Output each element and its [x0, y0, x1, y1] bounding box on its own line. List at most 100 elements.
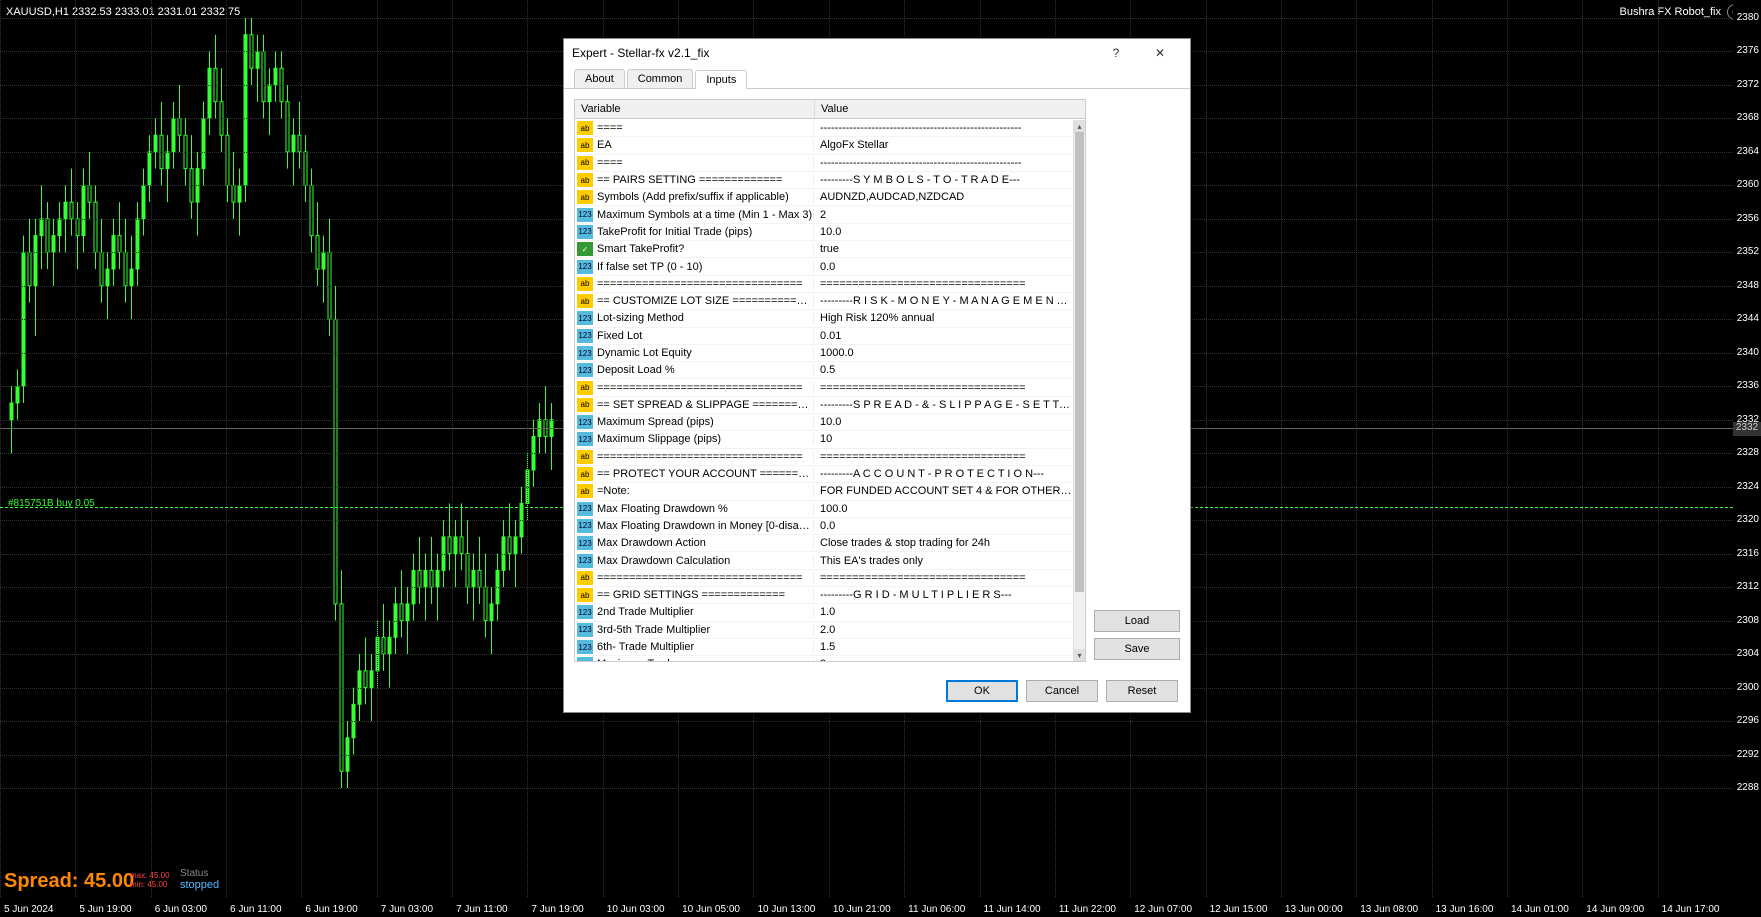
- param-row[interactable]: ab== CUSTOMIZE LOT SIZE =============---…: [575, 293, 1073, 310]
- param-row[interactable]: ab====----------------------------------…: [575, 155, 1073, 172]
- price-tick: 2376: [1733, 45, 1759, 56]
- param-row[interactable]: ab=Note:FOR FUNDED ACCOUNT SET 4 & FOR O…: [575, 483, 1073, 500]
- scroll-thumb[interactable]: [1075, 132, 1084, 592]
- param-value[interactable]: FOR FUNDED ACCOUNT SET 4 & FOR OTHERS SE…: [813, 485, 1073, 497]
- param-row[interactable]: 1236th- Trade Multiplier1.5: [575, 639, 1073, 656]
- param-value[interactable]: 10: [813, 433, 1073, 445]
- price-tick: 2332: [1733, 414, 1759, 425]
- param-value[interactable]: 1000.0: [813, 347, 1073, 359]
- string-param-icon: ab: [577, 467, 593, 481]
- param-value[interactable]: ---------A C C O U N T - P R O T E C T I…: [813, 468, 1073, 480]
- inputs-grid[interactable]: Variable Value ab====-------------------…: [574, 99, 1086, 662]
- time-tick: 13 Jun 16:00: [1436, 904, 1494, 915]
- param-row[interactable]: 123TakeProfit for Initial Trade (pips)10…: [575, 224, 1073, 241]
- param-row[interactable]: ab== PAIRS SETTING =============--------…: [575, 172, 1073, 189]
- param-row[interactable]: ab======================================…: [575, 570, 1073, 587]
- param-value[interactable]: 10.0: [813, 226, 1073, 238]
- param-value[interactable]: ================================: [813, 451, 1073, 463]
- cancel-button[interactable]: Cancel: [1026, 680, 1098, 702]
- param-row[interactable]: ab====----------------------------------…: [575, 120, 1073, 137]
- param-row[interactable]: 123Maximum Trades9: [575, 656, 1073, 661]
- param-row[interactable]: 123Dynamic Lot Equity1000.0: [575, 345, 1073, 362]
- param-row[interactable]: 123Fixed Lot0.01: [575, 328, 1073, 345]
- param-value[interactable]: 9: [813, 658, 1073, 661]
- grid-scrollbar[interactable]: ▴ ▾: [1073, 120, 1085, 661]
- time-tick: 11 Jun 22:00: [1059, 904, 1116, 915]
- expert-properties-dialog: Expert - Stellar-fx v2.1_fix ? ✕ About C…: [563, 38, 1191, 713]
- param-value[interactable]: 1.5: [813, 641, 1073, 653]
- param-row[interactable]: abEAAlgoFx Stellar: [575, 137, 1073, 154]
- param-row[interactable]: 1232nd Trade Multiplier1.0: [575, 604, 1073, 621]
- param-value[interactable]: 2: [813, 209, 1073, 221]
- param-row[interactable]: 123Max Floating Drawdown in Money [0-dis…: [575, 518, 1073, 535]
- param-row[interactable]: 123Lot-sizing MethodHigh Risk 120% annua…: [575, 310, 1073, 327]
- header-variable[interactable]: Variable: [575, 100, 815, 118]
- param-row[interactable]: 123Maximum Slippage (pips)10: [575, 431, 1073, 448]
- param-row[interactable]: ab== SET SPREAD & SLIPPAGE =============…: [575, 397, 1073, 414]
- time-tick: 7 Jun 19:00: [531, 904, 583, 915]
- price-tick: 2324: [1733, 481, 1759, 492]
- save-button[interactable]: Save: [1094, 638, 1180, 660]
- param-value[interactable]: true: [813, 243, 1073, 255]
- param-value[interactable]: High Risk 120% annual: [813, 312, 1073, 324]
- param-value[interactable]: ---------G R I D - M U L T I P L I E R S…: [813, 589, 1073, 601]
- param-row[interactable]: 123Max Drawdown CalculationThis EA's tra…: [575, 552, 1073, 569]
- tab-inputs[interactable]: Inputs: [695, 70, 747, 89]
- tab-common[interactable]: Common: [627, 69, 694, 88]
- param-row[interactable]: ab======================================…: [575, 276, 1073, 293]
- param-row[interactable]: 123If false set TP (0 - 10)0.0: [575, 258, 1073, 275]
- param-variable: Maximum Slippage (pips): [593, 433, 813, 445]
- param-row[interactable]: 123Max Floating Drawdown %100.0: [575, 501, 1073, 518]
- reset-button[interactable]: Reset: [1106, 680, 1178, 702]
- param-value[interactable]: 0.5: [813, 364, 1073, 376]
- tab-about[interactable]: About: [574, 69, 625, 88]
- param-row[interactable]: ab======================================…: [575, 449, 1073, 466]
- param-value[interactable]: AUDNZD,AUDCAD,NZDCAD: [813, 191, 1073, 203]
- param-variable: Deposit Load %: [593, 364, 813, 376]
- number-param-icon: 123: [577, 502, 593, 516]
- time-tick: 12 Jun 15:00: [1210, 904, 1268, 915]
- param-value[interactable]: 0.0: [813, 520, 1073, 532]
- load-button[interactable]: Load: [1094, 610, 1180, 632]
- param-row[interactable]: abSymbols (Add prefix/suffix if applicab…: [575, 189, 1073, 206]
- time-tick: 10 Jun 05:00: [682, 904, 740, 915]
- param-row[interactable]: 123Deposit Load %0.5: [575, 362, 1073, 379]
- param-row[interactable]: 1233rd-5th Trade Multiplier2.0: [575, 622, 1073, 639]
- price-tick: 2356: [1733, 213, 1759, 224]
- param-value[interactable]: 0.0: [813, 261, 1073, 273]
- param-value[interactable]: ----------------------------------------…: [813, 122, 1073, 134]
- param-value[interactable]: 100.0: [813, 503, 1073, 515]
- param-value[interactable]: ---------S Y M B O L S - T O - T R A D E…: [813, 174, 1073, 186]
- param-row[interactable]: 123Maximum Spread (pips)10.0: [575, 414, 1073, 431]
- scroll-up-icon[interactable]: ▴: [1074, 120, 1085, 132]
- time-tick: 11 Jun 06:00: [908, 904, 965, 915]
- param-row[interactable]: ab== GRID SETTINGS =============--------…: [575, 587, 1073, 604]
- param-value[interactable]: 2.0: [813, 624, 1073, 636]
- param-value[interactable]: Close trades & stop trading for 24h: [813, 537, 1073, 549]
- param-value[interactable]: 1.0: [813, 606, 1073, 618]
- param-value[interactable]: This EA's trades only: [813, 555, 1073, 567]
- param-variable: ================================: [593, 451, 813, 463]
- number-param-icon: 123: [577, 640, 593, 654]
- param-row[interactable]: ✓Smart TakeProfit?true: [575, 241, 1073, 258]
- scroll-down-icon[interactable]: ▾: [1074, 649, 1085, 661]
- param-value[interactable]: ================================: [813, 382, 1073, 394]
- close-button[interactable]: ✕: [1138, 39, 1182, 67]
- help-button[interactable]: ?: [1094, 39, 1138, 67]
- param-value[interactable]: ----------------------------------------…: [813, 157, 1073, 169]
- param-variable: Max Drawdown Action: [593, 537, 813, 549]
- dialog-titlebar[interactable]: Expert - Stellar-fx v2.1_fix ? ✕: [564, 39, 1190, 67]
- param-row[interactable]: 123Max Drawdown ActionClose trades & sto…: [575, 535, 1073, 552]
- param-row[interactable]: 123Maximum Symbols at a time (Min 1 - Ma…: [575, 206, 1073, 223]
- param-value[interactable]: ================================: [813, 278, 1073, 290]
- param-row[interactable]: ab== PROTECT YOUR ACCOUNT ===========---…: [575, 466, 1073, 483]
- param-row[interactable]: ab======================================…: [575, 379, 1073, 396]
- param-value[interactable]: 10.0: [813, 416, 1073, 428]
- param-value[interactable]: ================================: [813, 572, 1073, 584]
- header-value[interactable]: Value: [815, 100, 1085, 118]
- param-value[interactable]: ---------R I S K - M O N E Y - M A N A G…: [813, 295, 1073, 307]
- param-value[interactable]: ---------S P R E A D - & - S L I P P A G…: [813, 399, 1073, 411]
- param-value[interactable]: AlgoFx Stellar: [813, 139, 1073, 151]
- param-value[interactable]: 0.01: [813, 330, 1073, 342]
- ok-button[interactable]: OK: [946, 680, 1018, 702]
